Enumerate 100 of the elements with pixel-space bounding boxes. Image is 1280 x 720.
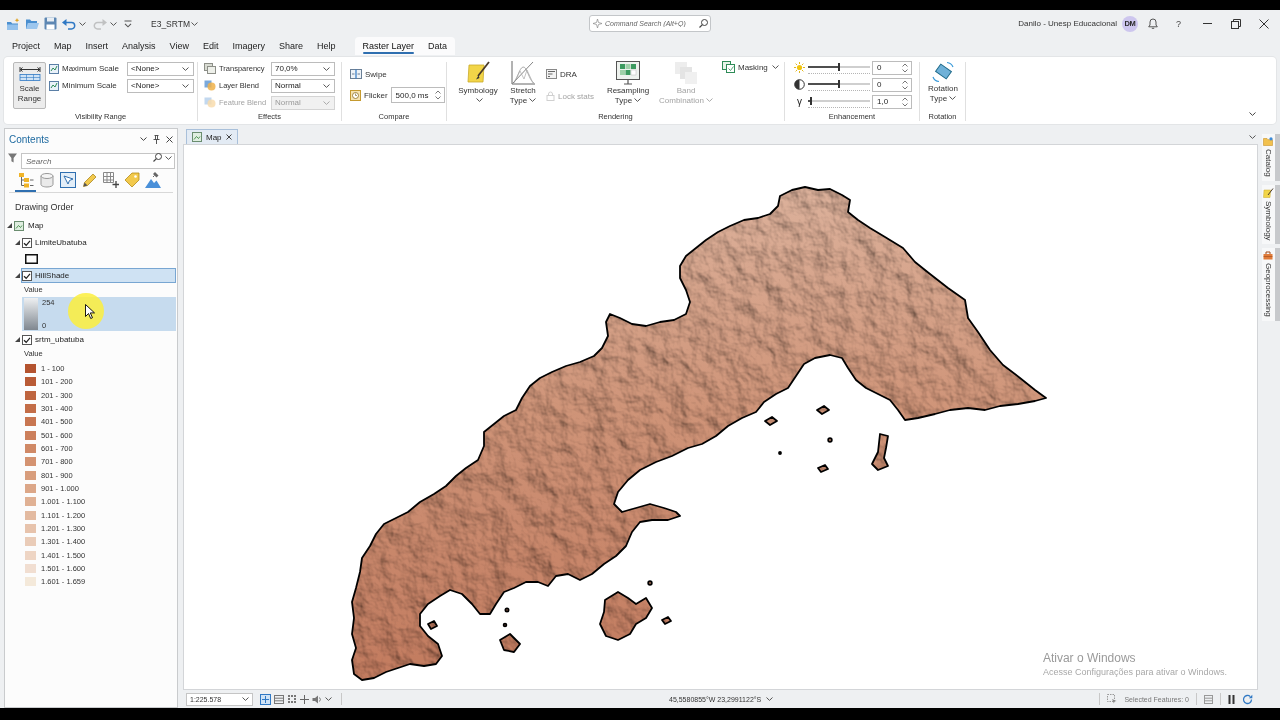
- crosshair-box-icon[interactable]: [260, 693, 271, 705]
- caret-icon: [182, 83, 189, 88]
- ribbon-tab[interactable]: Edit: [195, 37, 226, 55]
- caret-icon[interactable]: [766, 697, 774, 701]
- scale-range-button[interactable]: Scale Range: [13, 62, 46, 109]
- close-icon[interactable]: [166, 135, 173, 143]
- ribbon-tab[interactable]: Imagery: [225, 37, 272, 55]
- mouse-pointer-icon: [85, 304, 95, 319]
- symbology-button[interactable]: Symbology: [455, 60, 501, 106]
- scale-dropdown[interactable]: <None>: [127, 61, 194, 76]
- caret-icon[interactable]: [79, 21, 86, 26]
- resampling-button[interactable]: Resampling Type: [604, 60, 652, 106]
- scale-label: Minimum Scale: [62, 81, 118, 90]
- ribbon-tab[interactable]: Raster Layer: [355, 37, 422, 55]
- dock-tab[interactable]: Symbology: [1262, 184, 1280, 245]
- outline-symbol-icon: [25, 254, 38, 264]
- dock-tab[interactable]: Geoprocessing: [1262, 248, 1280, 321]
- checkbox[interactable]: [22, 270, 32, 281]
- layers-icon: [204, 63, 216, 74]
- chart-box-icon: [546, 69, 557, 79]
- selection-cursor-icon[interactable]: [1107, 694, 1118, 704]
- layer-item[interactable]: LimiteUbatuba: [21, 235, 176, 250]
- flicker-button[interactable]: Flicker: [350, 88, 388, 102]
- grid-monitor-icon: [616, 61, 640, 85]
- ribbon-tab[interactable]: Project: [5, 37, 47, 55]
- map-view-tab[interactable]: Map: [186, 129, 238, 144]
- ribbon-tab[interactable]: Share: [271, 37, 310, 55]
- help-button[interactable]: ?: [1176, 18, 1181, 29]
- expand-triangle-icon[interactable]: [15, 337, 20, 342]
- caret-icon[interactable]: [1249, 112, 1256, 116]
- layer-item[interactable]: HillShade: [21, 268, 176, 283]
- brightness-slider[interactable]: [808, 61, 870, 74]
- caret-icon[interactable]: [140, 137, 147, 141]
- undo-icon[interactable]: [62, 17, 76, 30]
- project-name-button[interactable]: E3_SRTM: [151, 18, 206, 29]
- gamma-slider[interactable]: [808, 95, 870, 108]
- activation-message: Acesse Configurações para ativar o Windows.: [1042, 666, 1227, 678]
- save-icon[interactable]: [44, 17, 57, 30]
- expand-triangle-icon[interactable]: [7, 223, 12, 228]
- scale-dropdown[interactable]: <None>: [127, 78, 194, 93]
- masking-button[interactable]: Masking: [722, 60, 779, 74]
- restore-icon[interactable]: [1231, 18, 1241, 29]
- folder-icon[interactable]: [25, 17, 39, 30]
- stretch-button[interactable]: Stretch Type: [507, 60, 539, 106]
- layer-item[interactable]: srtm_ubatuba: [21, 332, 176, 347]
- expand-triangle-icon[interactable]: [15, 273, 20, 278]
- rotation-type-button[interactable]: Rotation Type: [923, 60, 963, 111]
- contrast-slider[interactable]: [808, 78, 870, 91]
- user-name[interactable]: Danilo - Unesp Educacional: [1018, 19, 1117, 28]
- sparkle-icon: [593, 19, 602, 28]
- expand-triangle-icon[interactable]: [15, 240, 20, 245]
- ribbon-tab[interactable]: Data: [421, 37, 455, 55]
- caret-icon[interactable]: [325, 697, 332, 701]
- transparency-dropdown[interactable]: 70,0%: [271, 61, 335, 76]
- search-icon[interactable]: [153, 153, 162, 162]
- close-icon[interactable]: [1259, 18, 1269, 29]
- crosshair-icon[interactable]: [300, 694, 309, 704]
- ribbon-tab[interactable]: View: [162, 37, 196, 55]
- caret-icon[interactable]: [165, 155, 172, 160]
- close-icon[interactable]: [225, 134, 232, 140]
- layer-blend-dropdown[interactable]: Normal: [271, 78, 335, 93]
- contrast-field[interactable]: 0: [872, 77, 912, 92]
- refresh-icon[interactable]: [1242, 693, 1253, 705]
- bell-icon[interactable]: [1148, 18, 1158, 29]
- ribbon-tab[interactable]: Analysis: [115, 37, 163, 55]
- layer-name: LimiteUbatuba: [35, 238, 87, 247]
- slider-thumb[interactable]: [810, 96, 813, 105]
- contrast-icon: [794, 79, 805, 90]
- folder-sparkle-icon[interactable]: [6, 17, 20, 30]
- search-field[interactable]: Search: [21, 153, 175, 169]
- notepad-brush-icon: [466, 61, 490, 85]
- checkbox[interactable]: [22, 334, 32, 345]
- speaker-icon[interactable]: [312, 694, 322, 704]
- view-tab[interactable]: [15, 170, 37, 192]
- gamma-field[interactable]: 1,0: [872, 94, 912, 109]
- ribbon-tab[interactable]: Map: [47, 37, 79, 55]
- caret-icon: [771, 65, 779, 69]
- swipe-button[interactable]: Swipe: [350, 67, 446, 81]
- dock-tab[interactable]: Catalog: [1262, 134, 1280, 181]
- pause-icon[interactable]: [1228, 694, 1235, 704]
- dra-button[interactable]: DRA: [546, 67, 602, 81]
- mask-layers-icon: [722, 61, 735, 73]
- checkbox[interactable]: [22, 237, 32, 248]
- blend-icon: [204, 97, 216, 108]
- caret-icon: [949, 96, 957, 101]
- table-icon[interactable]: [274, 694, 284, 704]
- ribbon-tab[interactable]: Insert: [78, 37, 116, 55]
- spinner-arrows-icon: [902, 62, 908, 73]
- search-icon[interactable]: [699, 19, 708, 28]
- pin-icon[interactable]: [153, 134, 160, 144]
- caret-icon[interactable]: [110, 21, 117, 26]
- grid-icon[interactable]: [287, 694, 297, 704]
- flicker-interval-field[interactable]: 500,0 ms: [390, 87, 445, 103]
- overflow-caret-icon[interactable]: [124, 19, 132, 28]
- brightness-field[interactable]: 0: [872, 60, 912, 75]
- filter-icon[interactable]: [8, 152, 17, 163]
- ribbon-tab[interactable]: Help: [310, 37, 343, 55]
- map-item[interactable]: Map: [13, 218, 176, 233]
- caret-icon[interactable]: [1249, 135, 1256, 139]
- layer-name: srtm_ubatuba: [35, 335, 84, 344]
